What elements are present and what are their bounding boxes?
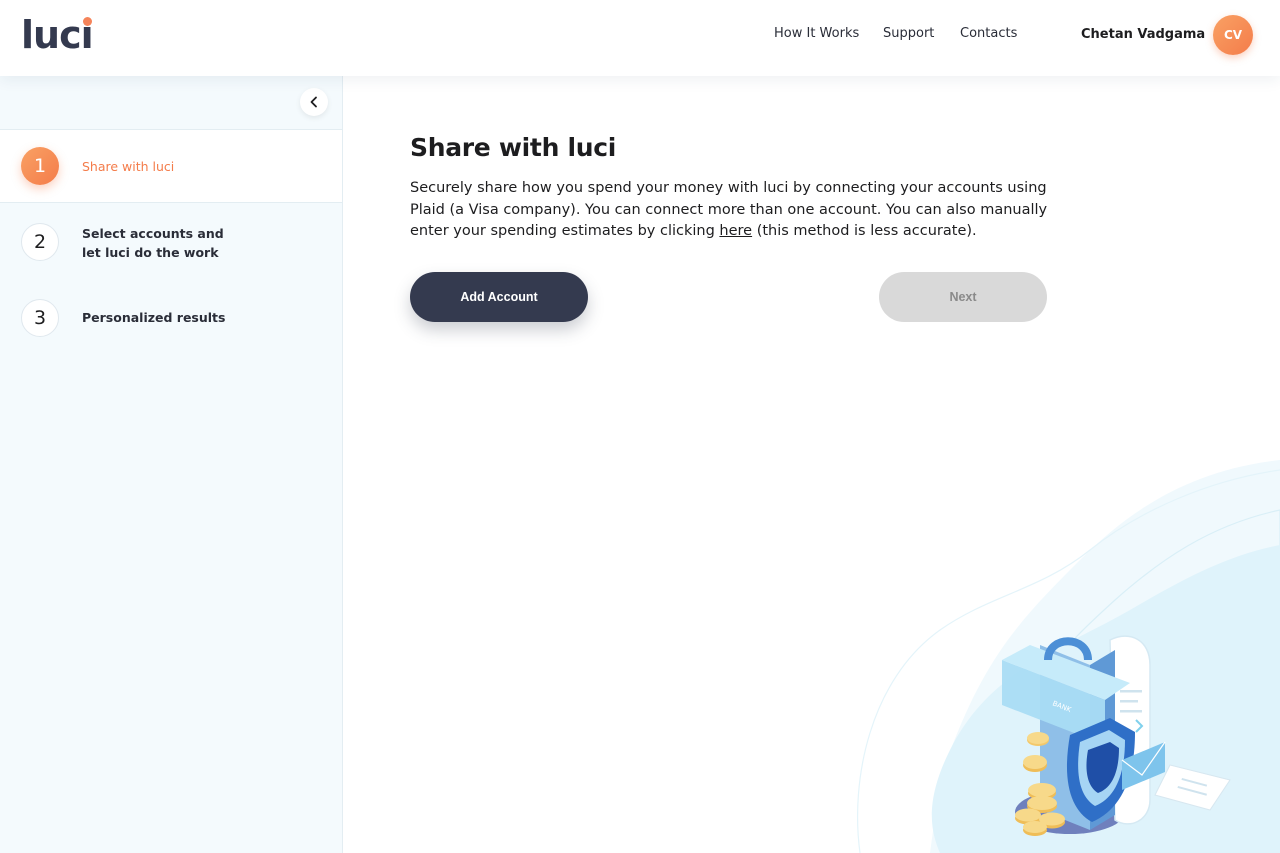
wave-blob [931,545,1280,853]
wave-outer [930,460,1280,853]
top-header: luc ı How It Works Support Contacts Cheta… [0,0,1280,76]
receipt-roll [1109,635,1151,825]
manual-entry-link[interactable]: here [719,223,752,239]
bank-card [1002,660,1105,745]
next-button[interactable]: Next [879,272,1047,322]
nav-support[interactable]: Support [883,24,934,44]
step-number-badge: 2 [21,223,59,261]
user-name[interactable]: Chetan Vadgama [1081,25,1205,45]
step-label: Personalized results [82,310,226,325]
bank-label: BANK [1051,699,1072,714]
collapse-sidebar-button[interactable] [300,88,328,116]
description-text-end: (this method is less accurate). [752,223,977,239]
step-personalized-results[interactable]: 3 Personalized results [0,280,342,356]
logo-text: luc [21,13,82,57]
step-share-with-luci[interactable]: 1 Share with luci [0,130,342,203]
page-description: Securely share how you spend your money … [410,178,1050,243]
receipt-paper [1154,764,1231,811]
coin-stack-icon [1015,732,1065,836]
shield-icon [1066,718,1135,822]
bank-pillar [1040,645,1090,830]
luci-logo[interactable]: luc ı [21,10,94,60]
steps-sidebar: 1 Share with luci 2 Select accounts and … [0,76,343,853]
wave-line [979,509,1280,853]
add-account-button[interactable]: Add Account [410,272,588,322]
chevron-right-icon [1135,719,1144,733]
logo-i-letter: ı [80,13,94,57]
envelope-icon [1122,742,1165,790]
secure-bank-illustration: BANK [857,460,1280,853]
nav-contacts[interactable]: Contacts [960,24,1017,44]
step-label: Share with luci [82,159,175,174]
step-select-accounts[interactable]: 2 Select accounts and let luci do the wo… [0,204,342,280]
step-number-badge: 1 [21,147,59,185]
step-label: Select accounts and let luci do the work [82,226,224,260]
base-shadow [1015,790,1125,834]
avatar[interactable]: CV [1213,15,1253,55]
page-title: Share with luci [410,133,617,162]
padlock-icon [1044,637,1092,661]
step-number-badge: 3 [21,299,59,337]
nav-how-it-works[interactable]: How It Works [774,24,859,44]
wave-line-2 [857,469,1280,853]
logo-dot-icon [82,17,92,26]
chevron-left-icon [310,96,317,108]
